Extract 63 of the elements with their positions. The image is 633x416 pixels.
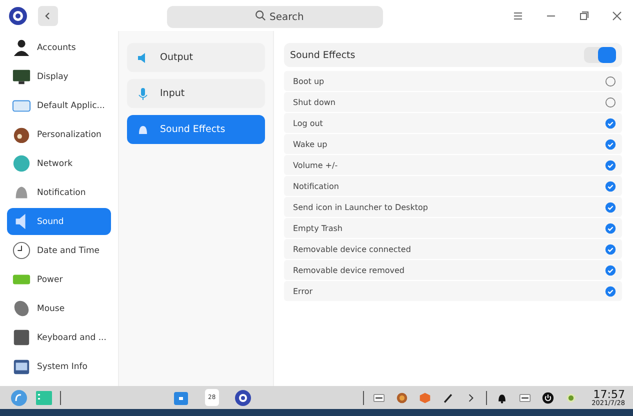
sound-effect-row[interactable]: Error [284,281,622,301]
sidebar-item[interactable]: Personalization [7,121,111,148]
monitor-icon [12,67,31,86]
sound-effect-label: Shut down [293,98,336,106]
menu-icon[interactable] [512,10,524,22]
checked-checkbox[interactable] [605,244,616,254]
sound-effect-label: Notification [293,182,339,190]
checked-checkbox[interactable] [605,180,616,192]
subnav-item[interactable]: Output [127,43,265,72]
sound-effect-row[interactable]: Log out [284,113,622,133]
app-logo-icon [8,6,28,26]
sidebar-item[interactable]: Accounts [7,34,111,61]
sound-effect-row[interactable]: Wake up [284,134,622,154]
sound-effect-label: Volume +/- [293,160,338,170]
sound-effects-toggle[interactable] [584,47,616,63]
sidebar-item[interactable]: Mouse [7,295,111,322]
checked-checkbox[interactable] [605,118,616,128]
sound-effect-label: Empty Trash [293,224,342,232]
unchecked-checkbox[interactable] [605,96,616,108]
checked-checkbox[interactable] [605,222,616,234]
sound-effect-label: Error [293,286,312,296]
checked-checkbox[interactable] [605,160,616,170]
sidebar-item[interactable]: Network [7,150,111,177]
sound-effect-label: Boot up [293,76,324,86]
close-icon[interactable] [611,10,623,22]
subnav-item[interactable]: Input [127,79,265,108]
subnav-item[interactable]: Sound Effects [127,115,265,144]
sound-effect-row[interactable]: Volume +/- [284,155,622,175]
sidebar-item[interactable]: Sound [7,208,111,235]
sound-effect-row[interactable]: Boot up [284,71,622,91]
sidebar-item[interactable]: Notification [7,179,111,206]
sidebar-item[interactable]: System Info [7,353,111,380]
sidebar-item[interactable]: Keyboard and ... [7,324,111,351]
unchecked-checkbox[interactable] [605,76,616,86]
sound-effect-row[interactable]: Notification [284,176,622,196]
search-field[interactable]: Search [166,6,382,28]
sound-effect-label: Wake up [293,140,328,148]
sidebar-item[interactable]: Power [7,266,111,293]
microphone-icon [136,86,150,100]
checked-checkbox[interactable] [605,138,616,150]
sidebar-item[interactable]: Display [7,63,111,90]
clock-icon [12,241,31,260]
sound-effect-label: Removable device connected [293,244,411,254]
sidebar-item[interactable]: Date and Time [7,237,111,264]
clock-time: 17:57 [593,388,625,400]
checked-checkbox[interactable] [605,286,616,296]
section-title: Sound Effects [290,50,356,60]
sound-effect-label: Log out [293,118,323,128]
sound-effect-row[interactable]: Send icon in Launcher to Desktop [284,197,622,217]
notification-icon[interactable] [496,392,508,404]
sidebar-item[interactable]: Default Applic... [7,92,111,119]
sound-effect-row[interactable]: Shut down [284,92,622,112]
sound-effect-label: Removable device removed [293,266,404,274]
person-icon [12,38,31,57]
checked-checkbox[interactable] [605,202,616,212]
restore-icon[interactable] [578,10,590,22]
checked-checkbox[interactable] [605,264,616,276]
back-button[interactable] [38,6,58,26]
sound-effect-row[interactable]: Empty Trash [284,218,622,238]
sound-effect-row[interactable]: Removable device removed [284,260,622,280]
sound-effect-row[interactable]: Removable device connected [284,239,622,259]
sound-effect-label: Send icon in Launcher to Desktop [293,202,428,212]
power-icon[interactable] [542,392,554,404]
